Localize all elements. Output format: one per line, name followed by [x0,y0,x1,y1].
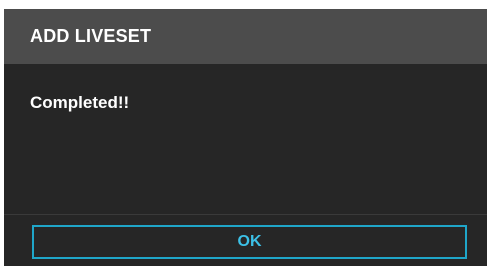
dialog-title: ADD LIVESET [30,26,152,46]
dialog-message: Completed!! [30,93,130,112]
dialog-divider [4,214,487,215]
dialog-header: ADD LIVESET [4,9,487,64]
ok-button[interactable]: OK [32,225,467,259]
add-liveset-dialog: ADD LIVESET Completed!! OK [4,9,487,266]
